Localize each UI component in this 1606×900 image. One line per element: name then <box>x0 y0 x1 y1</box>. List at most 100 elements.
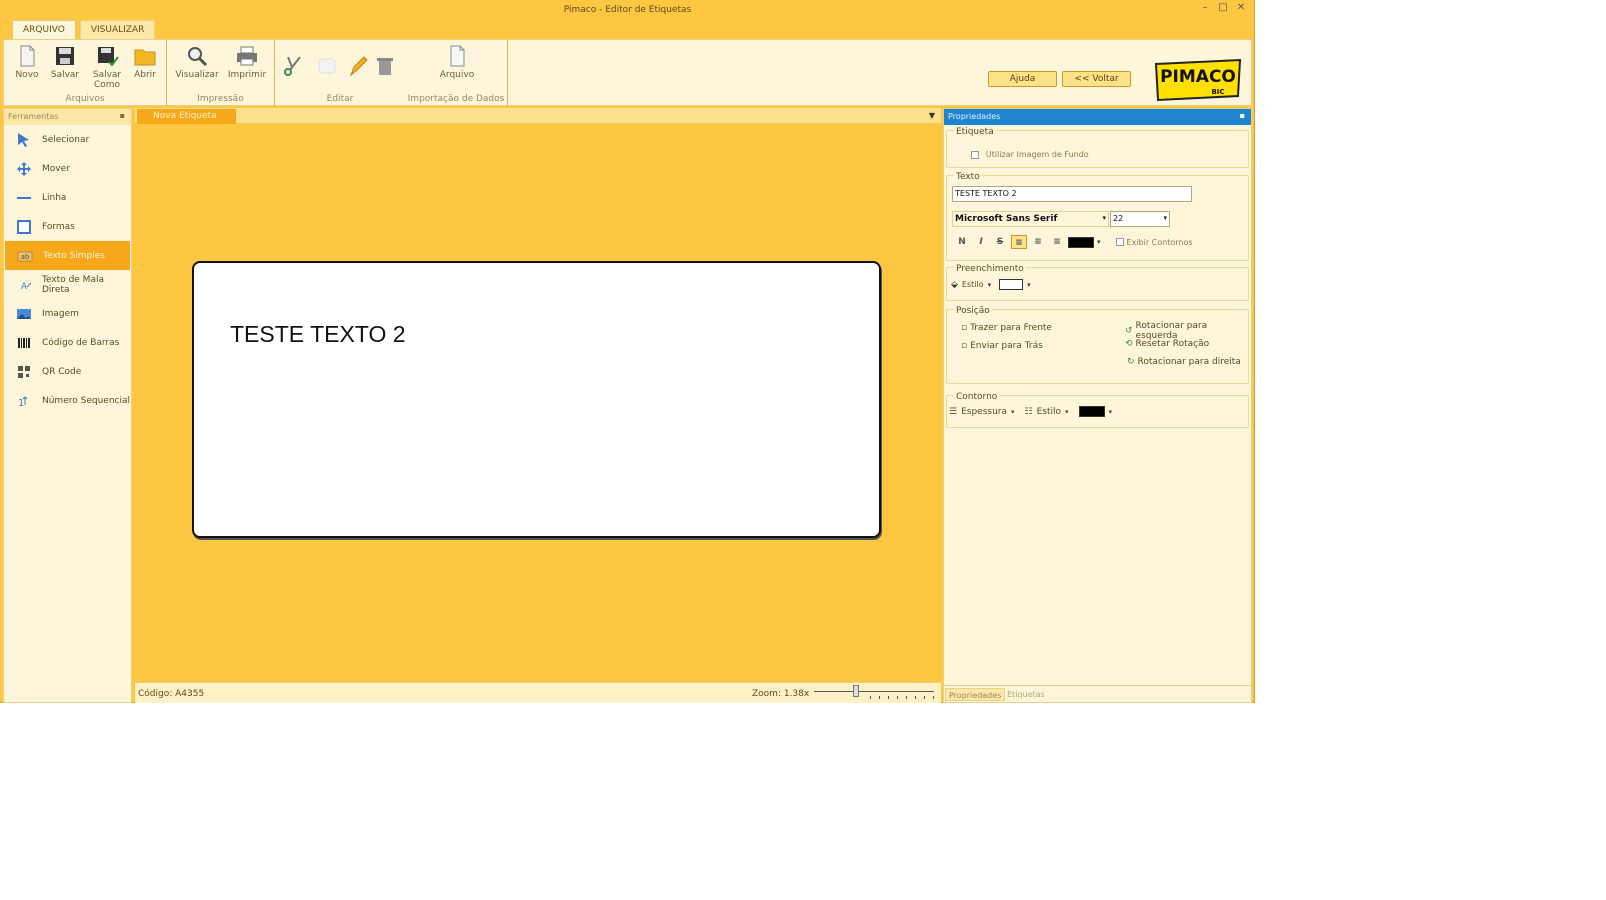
group-label-impressao: Impressão <box>197 94 244 104</box>
strike-button[interactable]: S <box>992 235 1008 249</box>
tools-panel-header: Ferramentas ▪ <box>4 109 131 125</box>
printer-icon <box>237 46 257 66</box>
text-value-input[interactable]: TESTE TEXTO 2 <box>952 186 1192 202</box>
align-right-icon[interactable]: ≡ <box>1049 235 1065 249</box>
svg-text:PIMACO: PIMACO <box>1160 67 1236 87</box>
app-window: Pimaco - Editor de Etiquetas – □ ✕ ARQUI… <box>0 0 1255 703</box>
section-posicao-title: Posição <box>954 306 992 316</box>
tool-numero-sequencial[interactable]: 1 Número Sequencial <box>4 386 131 415</box>
tab-propriedades[interactable]: Propriedades <box>945 688 1006 701</box>
tool-texto-mala-direta[interactable]: A Texto de Mala Direta <box>4 270 131 299</box>
save-as-icon <box>98 47 119 67</box>
bg-image-checkbox[interactable] <box>971 150 979 159</box>
align-center-icon[interactable]: ≡ <box>1030 235 1046 249</box>
copy-button[interactable] <box>315 54 339 80</box>
design-canvas[interactable]: TESTE TEXTO 2 <box>135 124 941 682</box>
close-button[interactable]: ✕ <box>1235 2 1247 14</box>
text-color-swatch[interactable] <box>1068 236 1094 248</box>
outline-thickness-dropdown[interactable]: Espessura <box>961 407 1007 417</box>
rotate-left-button[interactable]: ↺ Rotacionar para esquerda <box>1125 321 1248 341</box>
section-posicao: Posição ▫ Trazer para Frente ▫ Enviar pa… <box>946 306 1249 384</box>
sequence-icon: 1 <box>16 393 32 409</box>
document-tab[interactable]: Nova Etiqueta <box>137 109 236 124</box>
properties-bottom-tabs: Propriedades Etiquetas <box>944 685 1251 702</box>
zoom-slider[interactable] <box>814 685 934 701</box>
chevron-down-icon[interactable]: ▾ <box>1011 408 1015 416</box>
section-texto-title: Texto <box>954 172 982 182</box>
help-button[interactable]: Ajuda <box>988 71 1057 87</box>
tool-linha[interactable]: Linha <box>4 183 131 212</box>
tab-visualizar[interactable]: VISUALIZAR <box>79 20 156 39</box>
tool-codigo-barras[interactable]: Código de Barras <box>4 328 131 357</box>
chevron-down-icon[interactable]: ▾ <box>1097 238 1101 246</box>
send-back-button[interactable]: ▫ Enviar para Trás <box>961 341 1043 351</box>
bring-front-button[interactable]: ▫ Trazer para Frente <box>961 323 1052 333</box>
tool-mover[interactable]: Mover <box>4 154 131 183</box>
chevron-down-icon[interactable]: ▾ <box>1109 408 1113 416</box>
edit-button[interactable] <box>347 54 371 80</box>
chevron-down-icon: ▾ <box>987 280 992 289</box>
line-style-icon: ☷ <box>1024 406 1033 417</box>
svg-text:ab: ab <box>21 253 30 261</box>
line-thickness-icon: ☰ <box>949 406 958 417</box>
rotate-right-icon: ↻ <box>1127 357 1135 367</box>
fill-style-dropdown[interactable]: ⬙ Estilo ▾ ▾ <box>951 279 1031 290</box>
font-size-select[interactable]: 22 ▾ <box>1110 211 1170 227</box>
import-file-button[interactable]: Arquivo <box>435 44 479 80</box>
tab-arquivo[interactable]: ARQUIVO <box>12 20 76 39</box>
group-impressao: Visualizar Imprimir Impressão <box>167 40 275 106</box>
pin-icon[interactable]: ▪ <box>120 111 125 120</box>
window-title: Pimaco - Editor de Etiquetas <box>563 5 692 15</box>
minimize-button[interactable]: – <box>1199 2 1211 14</box>
maximize-button[interactable]: □ <box>1217 2 1229 14</box>
chevron-down-icon[interactable]: ▾ <box>1027 281 1031 289</box>
label-preview[interactable]: TESTE TEXTO 2 <box>192 261 881 538</box>
magnifier-icon <box>188 47 208 67</box>
font-family-select[interactable]: Microsoft Sans Serif ▾ <box>952 211 1109 227</box>
reset-rotation-button[interactable]: ⟲ Resetar Rotação <box>1125 339 1209 349</box>
cut-button[interactable] <box>281 54 305 80</box>
reset-rotation-icon: ⟲ <box>1125 339 1133 349</box>
open-button[interactable]: Abrir <box>126 44 164 80</box>
trash-icon <box>377 58 393 75</box>
properties-header: Propriedades ▪ <box>944 109 1251 125</box>
show-outline-checkbox[interactable] <box>1115 238 1124 246</box>
rotate-right-button[interactable]: ↻ Rotacionar para direita <box>1127 357 1241 367</box>
pin-icon[interactable]: ▪ <box>1240 111 1245 120</box>
section-preenchimento-title: Preenchimento <box>954 264 1026 274</box>
outline-style-dropdown[interactable]: Estilo <box>1037 407 1061 417</box>
bold-button[interactable]: N <box>954 235 970 249</box>
label-text-object[interactable]: TESTE TEXTO 2 <box>230 321 406 348</box>
tab-etiquetas[interactable]: Etiquetas <box>1004 688 1048 701</box>
tool-qr-code[interactable]: QR Code <box>4 357 131 386</box>
new-button[interactable]: Novo <box>8 44 46 80</box>
print-button[interactable]: Imprimir <box>225 44 269 80</box>
tool-imagem[interactable]: Imagem <box>4 299 131 328</box>
text-icon: ab <box>17 248 33 264</box>
delete-button[interactable] <box>373 54 397 80</box>
document-tab-bar: Nova Etiqueta ▼ <box>135 108 941 124</box>
back-button[interactable]: << Voltar <box>1062 71 1131 87</box>
chevron-down-icon: ▾ <box>1163 214 1167 222</box>
tool-selecionar[interactable]: Selecionar <box>4 125 131 154</box>
title-bar: Pimaco - Editor de Etiquetas – □ ✕ <box>0 0 1255 20</box>
scissors-icon <box>284 56 301 76</box>
tool-formas[interactable]: Formas <box>4 212 131 241</box>
chevron-down-icon[interactable]: ▼ <box>929 111 935 120</box>
save-as-button[interactable]: Salvar Como <box>88 44 126 90</box>
save-button[interactable]: Salvar <box>46 44 84 80</box>
tool-texto-simples[interactable]: ab Texto Simples <box>5 241 130 270</box>
fill-color-swatch[interactable] <box>999 279 1024 290</box>
shape-icon <box>16 219 32 235</box>
bg-image-option[interactable]: Utilizar Imagem de Fundo <box>971 150 1089 160</box>
italic-button[interactable]: I <box>973 235 989 249</box>
pimaco-logo: PIMACO BIC <box>1154 58 1242 102</box>
section-contorno-title: Contorno <box>954 392 1000 402</box>
align-left-icon[interactable]: ≡ <box>1011 235 1027 249</box>
zoom-slider-thumb[interactable] <box>853 685 859 697</box>
preview-button[interactable]: Visualizar <box>175 44 219 80</box>
outline-color-swatch[interactable] <box>1078 406 1105 417</box>
qrcode-icon <box>16 364 32 380</box>
mail-merge-icon: A <box>16 277 32 293</box>
chevron-down-icon[interactable]: ▾ <box>1065 408 1069 416</box>
